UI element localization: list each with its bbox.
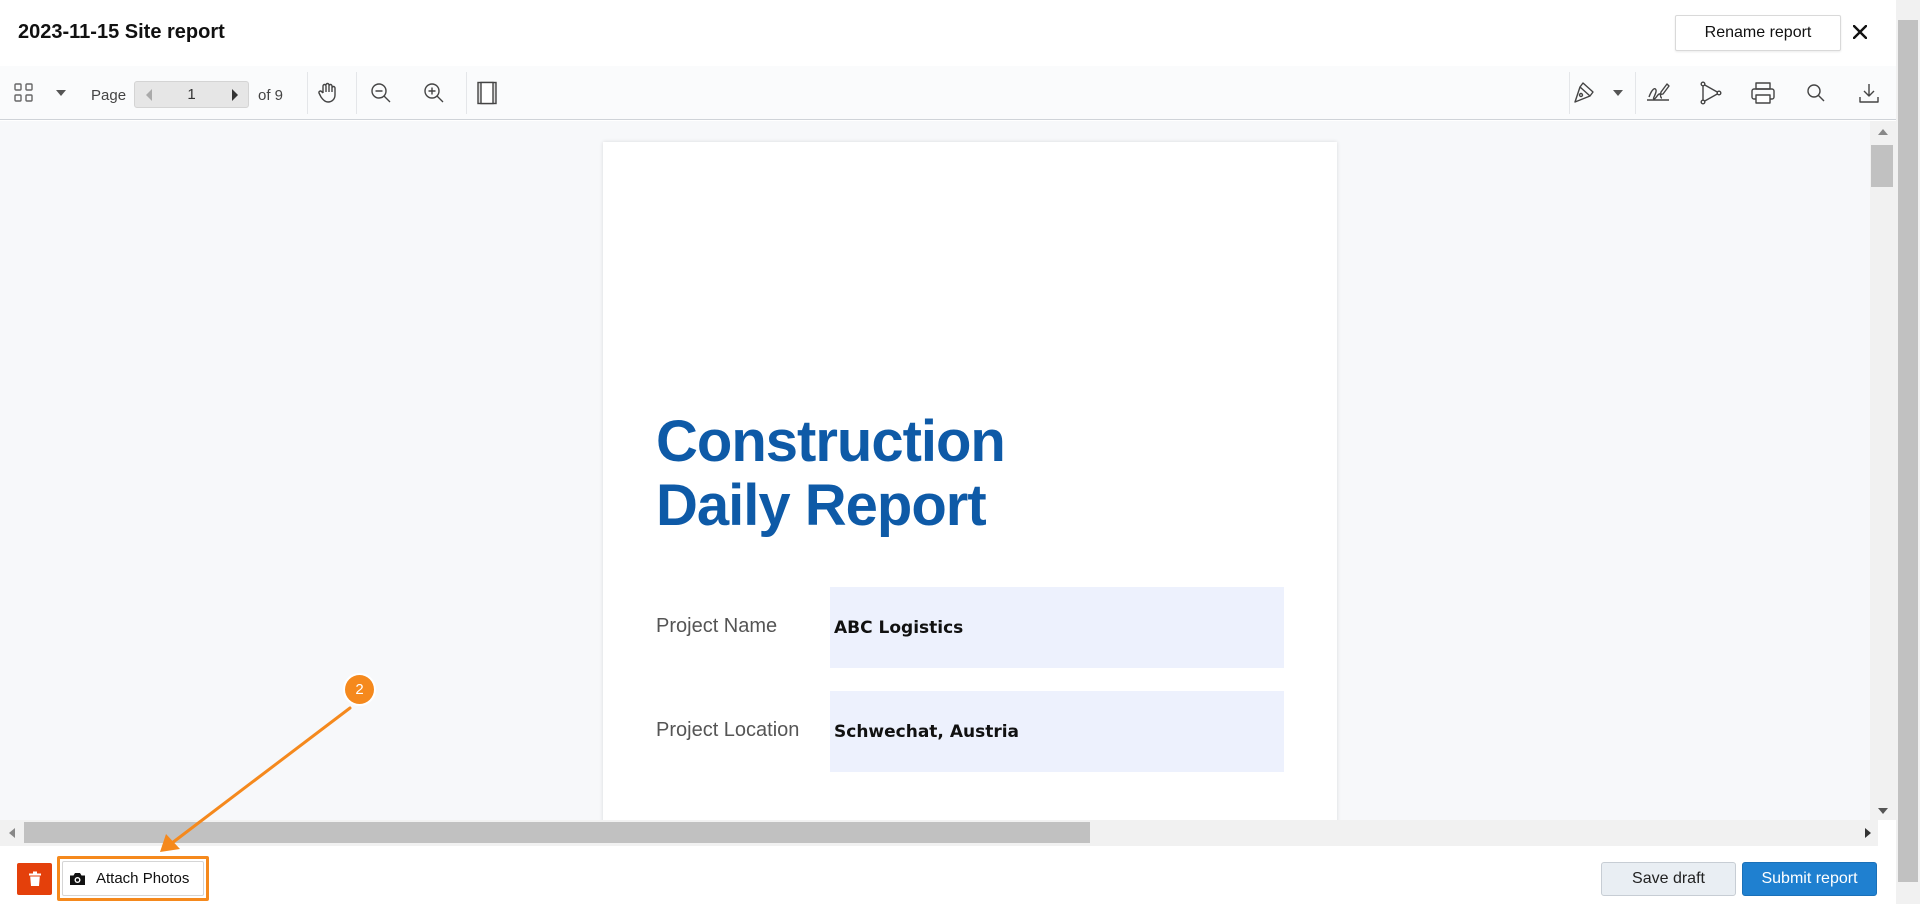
trash-icon <box>28 871 41 886</box>
horizontal-scroll-thumb[interactable] <box>24 822 1090 843</box>
viewer-toolbar: Page of 9 <box>0 66 1896 120</box>
page-number-input[interactable] <box>162 82 221 107</box>
dropdown-icon <box>1613 90 1623 96</box>
chevron-left-icon <box>145 88 152 101</box>
pan-hand-icon <box>318 82 336 103</box>
rename-report-button[interactable]: Rename report <box>1675 15 1841 51</box>
submit-report-button[interactable]: Submit report <box>1742 862 1877 896</box>
scroll-left-button[interactable] <box>2 820 22 846</box>
annotate-button[interactable] <box>1564 74 1604 112</box>
print-button[interactable] <box>1743 74 1783 112</box>
vertical-scroll-thumb[interactable] <box>1871 145 1893 187</box>
scroll-down-icon <box>1878 808 1888 814</box>
delete-report-button[interactable] <box>17 863 52 895</box>
next-page-button[interactable] <box>221 82 248 107</box>
scroll-left-icon <box>9 828 15 838</box>
attach-photos-label: Attach Photos <box>96 870 190 887</box>
dropdown-icon <box>56 90 66 96</box>
close-button[interactable] <box>1846 15 1874 49</box>
signature-button[interactable] <box>1638 74 1678 112</box>
scroll-down-button[interactable] <box>1870 802 1896 820</box>
camera-icon <box>69 872 86 886</box>
thumbnails-button[interactable] <box>4 74 44 112</box>
annotate-pen-icon <box>1574 82 1594 103</box>
zoom-out-button[interactable] <box>361 74 401 112</box>
step-number-badge: 2 <box>345 675 374 704</box>
fit-page-button[interactable] <box>467 74 507 112</box>
page-label: Page <box>91 87 127 104</box>
previous-page-button[interactable] <box>135 82 162 107</box>
scroll-up-button[interactable] <box>1870 123 1896 141</box>
thumbnails-dropdown-button[interactable] <box>42 74 80 112</box>
scroll-right-button[interactable] <box>1858 820 1878 846</box>
project-name-field[interactable]: ABC Logistics <box>830 587 1284 668</box>
document-page: Construction Daily Report Project Name A… <box>603 142 1337 820</box>
scroll-up-icon <box>1878 129 1888 135</box>
attach-photos-button[interactable]: Attach Photos <box>62 861 204 896</box>
window-scrollbar[interactable] <box>1896 0 1920 904</box>
scroll-right-icon <box>1865 828 1871 838</box>
print-icon <box>1751 82 1775 104</box>
search-button[interactable] <box>1796 74 1836 112</box>
close-icon <box>1853 25 1867 39</box>
thumbnails-icon <box>14 83 33 102</box>
signature-icon <box>1647 83 1670 101</box>
document-horizontal-scrollbar[interactable] <box>0 820 1878 846</box>
page-title: 2023-11-15 Site report <box>18 21 225 43</box>
heading-line-1: Construction <box>656 409 1006 474</box>
project-name-label: Project Name <box>656 615 778 637</box>
share-button[interactable] <box>1691 74 1731 112</box>
heading-line-2: Daily Report <box>656 473 987 538</box>
download-icon <box>1859 84 1879 103</box>
zoom-out-icon <box>371 83 391 103</box>
annotate-dropdown-button[interactable] <box>1601 74 1635 112</box>
download-button[interactable] <box>1849 74 1889 112</box>
pan-tool-button[interactable] <box>308 74 348 112</box>
zoom-in-icon <box>424 83 444 103</box>
document-heading: Construction Daily Report <box>656 409 1006 538</box>
fit-page-icon <box>477 81 497 105</box>
window-scroll-thumb[interactable] <box>1898 20 1918 882</box>
bottom-action-bar: Attach Photos Save draft Submit report <box>0 846 1896 904</box>
page-count-label: of 9 <box>258 87 284 104</box>
save-draft-button[interactable]: Save draft <box>1601 862 1736 896</box>
title-bar: 2023-11-15 Site report Rename report <box>0 0 1896 66</box>
page-navigator <box>134 81 249 108</box>
project-location-field[interactable]: Schwechat, Austria <box>830 691 1284 772</box>
document-vertical-scrollbar[interactable] <box>1870 121 1896 820</box>
share-icon <box>1700 81 1722 105</box>
document-viewer[interactable]: Construction Daily Report Project Name A… <box>0 121 1870 820</box>
search-icon <box>1807 84 1825 102</box>
project-location-label: Project Location <box>656 719 800 741</box>
zoom-in-button[interactable] <box>414 74 454 112</box>
chevron-right-icon <box>231 88 238 101</box>
